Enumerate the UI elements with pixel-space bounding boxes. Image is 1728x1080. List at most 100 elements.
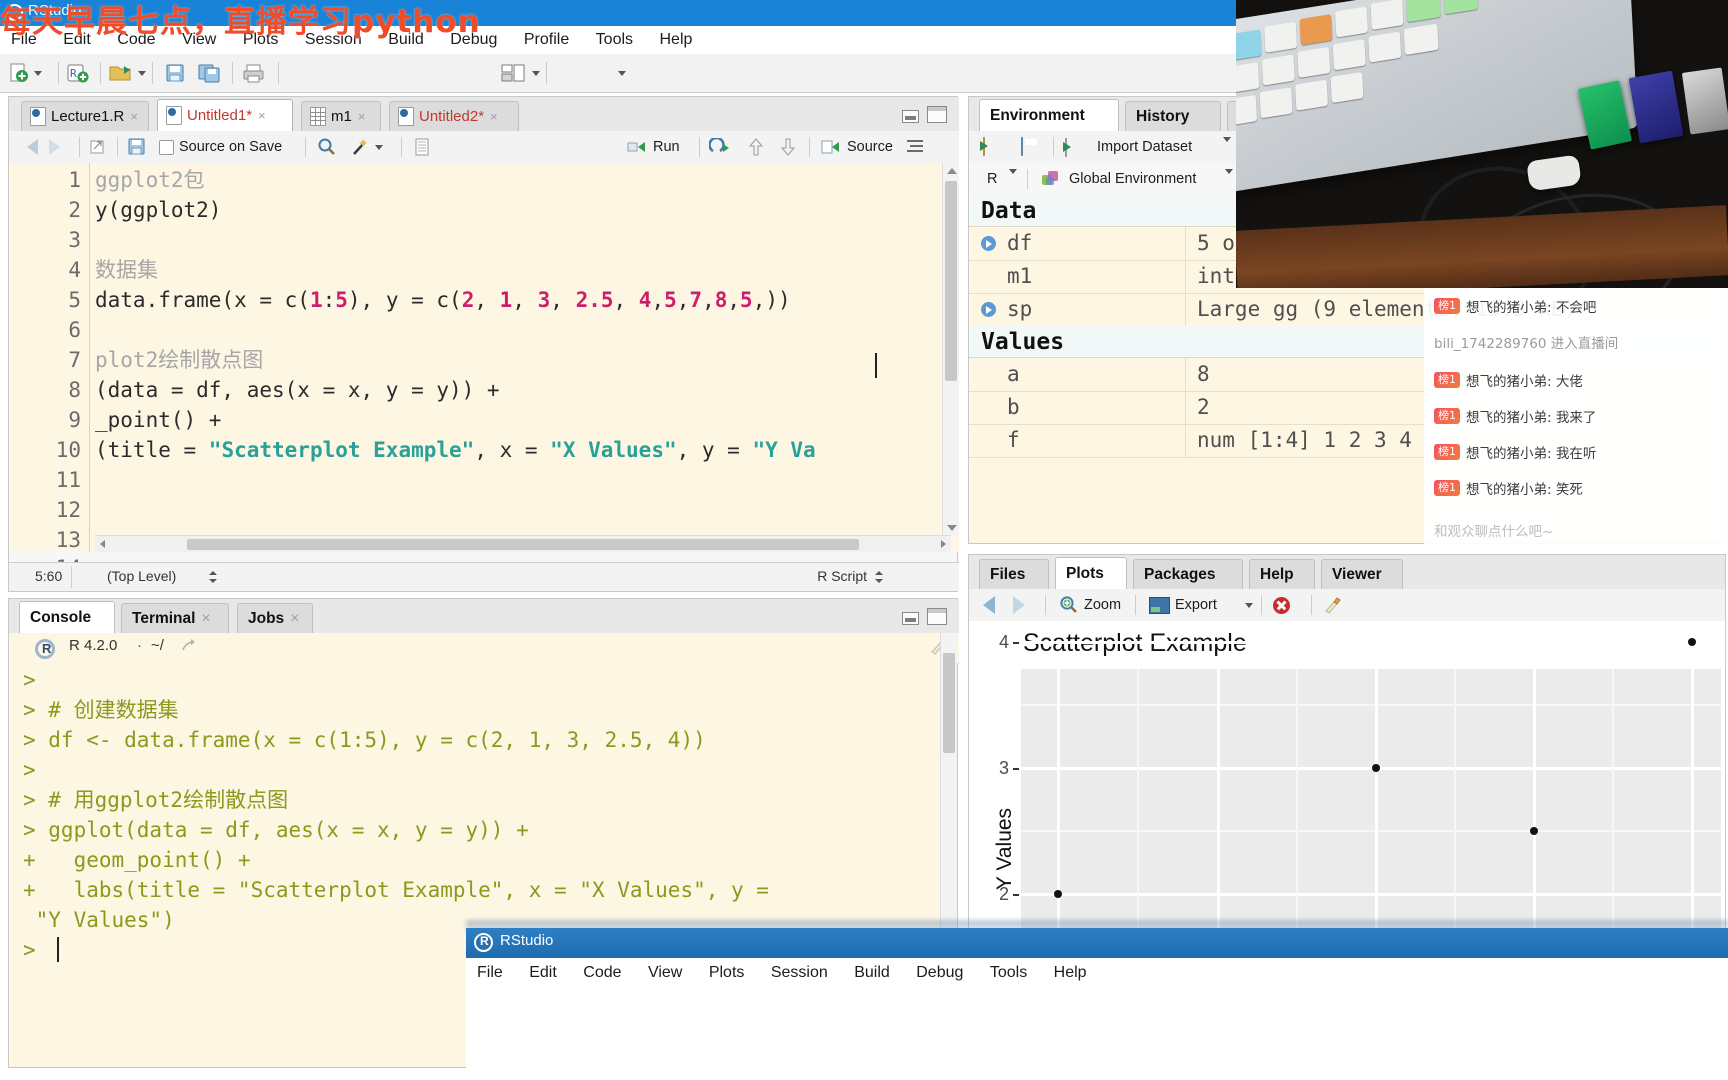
print-button[interactable] <box>242 59 266 87</box>
import-dataset-caret[interactable] <box>1219 137 1231 160</box>
cursor-position: 5:60 <box>35 568 63 584</box>
menu-build[interactable]: Build <box>843 958 901 988</box>
tab-label: Plots <box>1066 564 1104 582</box>
scope-updown-icon[interactable] <box>209 570 217 584</box>
source-tab-untitled2[interactable]: Untitled2* × <box>389 101 519 131</box>
run-button[interactable]: Run <box>627 135 680 159</box>
menu-tools[interactable]: Tools <box>585 26 644 53</box>
workspace-panes-button[interactable] <box>500 59 540 87</box>
code-text-area[interactable]: ggplot2包 y(ggplot2) 数据集 data.frame(x = c(1:… <box>95 163 951 552</box>
menu-help[interactable]: Help <box>1043 958 1098 988</box>
close-icon[interactable]: × <box>290 610 299 628</box>
editor-save-button[interactable] <box>127 135 147 159</box>
rank-badge-icon: 榜1 <box>1434 298 1460 314</box>
maximize-console-pane-button[interactable] <box>927 608 947 625</box>
tab-help[interactable]: Help <box>1249 559 1315 589</box>
next-plot-button[interactable] <box>1013 593 1025 617</box>
language-selector-caret[interactable] <box>1005 169 1017 192</box>
tab-packages[interactable]: Packages <box>1133 559 1243 589</box>
close-icon[interactable]: × <box>490 109 498 124</box>
menu-profile[interactable]: Profile <box>513 26 580 53</box>
expand-icon[interactable] <box>981 236 996 251</box>
compile-report-button[interactable] <box>413 135 431 159</box>
toolbar-separator-1 <box>58 62 59 84</box>
file-type-selector[interactable]: R Script <box>817 568 867 584</box>
menu-help[interactable]: Help <box>648 26 703 53</box>
source-tab-m1[interactable]: m1 × <box>301 101 381 131</box>
close-icon[interactable]: × <box>130 109 138 124</box>
maximize-source-pane-button[interactable] <box>927 106 947 123</box>
language-selector-label[interactable]: R <box>987 171 997 187</box>
close-icon[interactable]: × <box>201 610 210 628</box>
tab-files[interactable]: Files <box>979 559 1049 589</box>
expand-icon[interactable] <box>981 302 996 317</box>
tab-viewer[interactable]: Viewer <box>1321 559 1403 589</box>
tab-history[interactable]: History <box>1125 101 1221 131</box>
working-directory-label[interactable]: ~/ <box>151 637 164 654</box>
save-workspace-icon[interactable] <box>1021 137 1023 156</box>
tab-plots[interactable]: Plots <box>1055 557 1127 589</box>
minimize-console-pane-button[interactable] <box>902 612 919 625</box>
editor-back-button[interactable] <box>27 135 38 159</box>
import-dataset-icon[interactable] <box>1065 138 1067 157</box>
menu-tools[interactable]: Tools <box>979 958 1038 988</box>
chat-input-placeholder[interactable]: 和观众聊点什么吧~ <box>1434 520 1553 540</box>
rerun-button[interactable] <box>709 135 733 159</box>
source-button[interactable]: Source <box>821 135 893 159</box>
scope-selector[interactable]: (Top Level) <box>107 568 176 584</box>
workspace-panes-caret[interactable] <box>532 70 540 76</box>
minimize-source-pane-button[interactable] <box>902 110 919 123</box>
save-button[interactable] <box>164 59 186 87</box>
svg-text:R: R <box>70 67 77 80</box>
show-in-new-window-button[interactable] <box>89 135 107 159</box>
load-workspace-icon[interactable] <box>983 137 985 156</box>
new-file-button[interactable] <box>8 59 42 87</box>
menu-edit[interactable]: Edit <box>518 958 568 988</box>
tab-environment[interactable]: Environment <box>979 99 1119 131</box>
view-directory-icon[interactable] <box>181 639 197 657</box>
menu-session[interactable]: Session <box>760 958 839 988</box>
file-type-updown-icon[interactable] <box>875 570 883 584</box>
outline-button[interactable] <box>905 135 925 159</box>
menu-plots[interactable]: Plots <box>698 958 756 988</box>
menu-debug[interactable]: Debug <box>905 958 974 988</box>
zoom-plot-button[interactable]: Zoom <box>1059 593 1121 617</box>
menu-view[interactable]: View <box>637 958 693 988</box>
addins-caret[interactable] <box>614 59 626 87</box>
toolbar-separator-3 <box>152 62 153 84</box>
source-on-save-checkbox[interactable]: Source on Save <box>159 135 282 159</box>
code-editor[interactable]: 1 2 3 4 5 6 7 8 9 10 11 12 13 14 ggplot2… <box>9 163 959 580</box>
new-file-caret[interactable] <box>34 70 42 76</box>
editor-vertical-scrollbar[interactable] <box>942 163 959 536</box>
previous-plot-button[interactable] <box>983 593 995 617</box>
new-project-button[interactable]: R <box>66 59 90 87</box>
editor-forward-button[interactable] <box>49 135 60 159</box>
close-icon[interactable]: × <box>258 108 266 123</box>
plots-tab-bar: Files Plots Packages Help Viewer <box>969 555 1725 590</box>
menu-code[interactable]: Code <box>572 958 632 988</box>
source-tab-untitled1[interactable]: Untitled1* × <box>157 99 293 131</box>
close-icon[interactable]: × <box>358 109 366 124</box>
scope-selector-label[interactable]: Global Environment <box>1069 171 1196 187</box>
tab-console[interactable]: Console <box>19 601 115 633</box>
find-replace-button[interactable] <box>317 135 337 159</box>
next-chunk-button[interactable] <box>779 135 797 159</box>
open-file-caret[interactable] <box>138 70 146 76</box>
tab-jobs[interactable]: Jobs × <box>237 603 313 633</box>
clear-all-plots-button[interactable] <box>1323 593 1345 617</box>
export-caret[interactable] <box>1241 593 1253 617</box>
source-tab-lecture1[interactable]: Lecture1.R × <box>21 101 149 131</box>
menu-file[interactable]: File <box>466 958 514 988</box>
import-dataset-label[interactable]: Import Dataset <box>1097 139 1192 155</box>
export-plot-button[interactable]: Export <box>1149 593 1217 617</box>
console-line: > # 创建数据集 <box>23 698 179 722</box>
open-file-button[interactable] <box>108 59 146 87</box>
previous-chunk-button[interactable] <box>747 135 765 159</box>
code-tools-button[interactable] <box>351 135 383 159</box>
editor-toolbar: Source on Save Run Source <box>9 131 959 164</box>
tab-terminal[interactable]: Terminal × <box>121 603 229 633</box>
scope-selector-caret[interactable] <box>1221 169 1233 192</box>
save-all-button[interactable] <box>198 59 222 87</box>
remove-plot-button[interactable] <box>1273 593 1290 617</box>
editor-horizontal-scrollbar[interactable] <box>95 535 951 552</box>
